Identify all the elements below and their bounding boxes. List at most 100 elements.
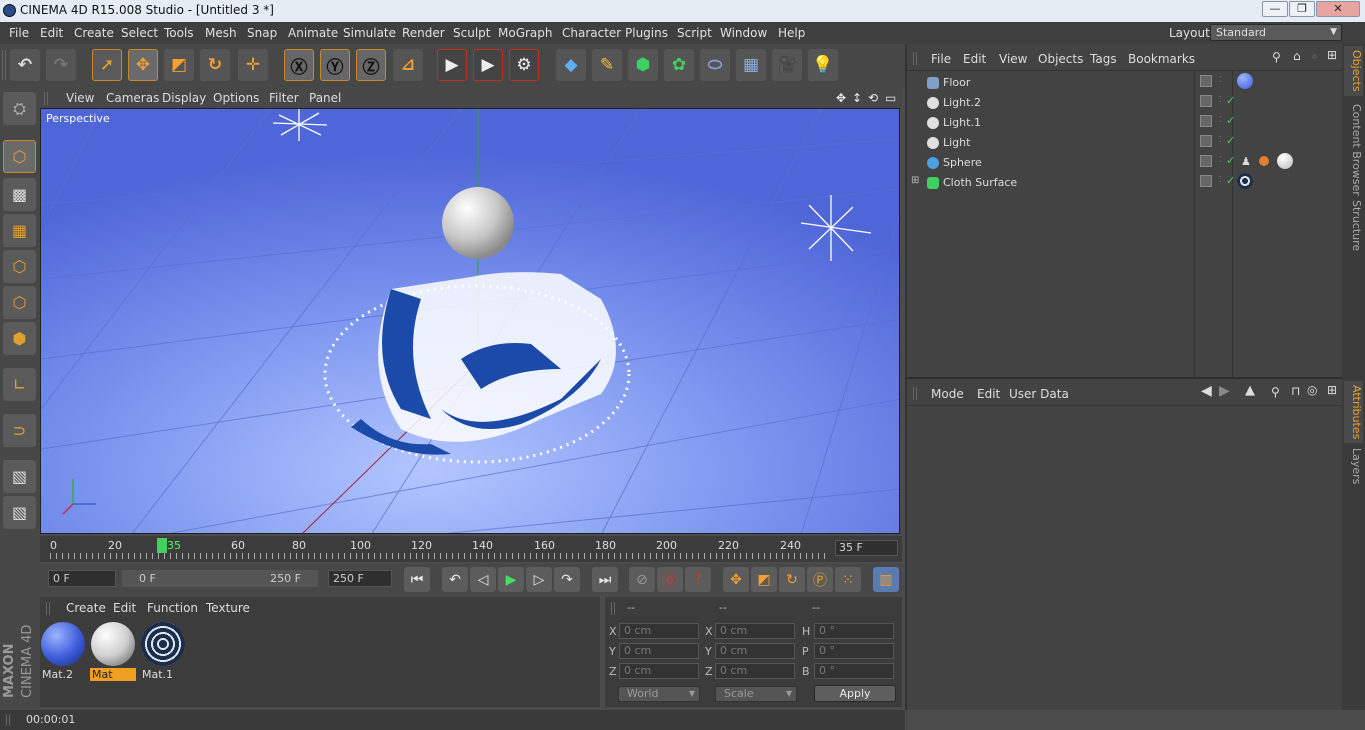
add-floor-button[interactable]: ▦ — [736, 49, 766, 81]
add-cube-button[interactable]: ◆ — [556, 49, 586, 81]
object-row-sphere[interactable]: Sphere ⁚ ✓ ♟ — [911, 153, 1336, 173]
menu-animate[interactable]: Animate — [288, 26, 338, 40]
object-row-cloth-surface[interactable]: ⊞ Cloth Surface ⁚ ✓ — [911, 173, 1336, 193]
move-tool-button[interactable]: ✥ — [128, 49, 158, 81]
menu-window[interactable]: Window — [720, 26, 767, 40]
lock-icon[interactable]: ⊓ — [1291, 384, 1300, 398]
pos-x-field[interactable]: 0 cm — [619, 623, 699, 639]
material-swatch-mat2[interactable]: Mat.2 — [40, 620, 86, 681]
menu-snap[interactable]: Snap — [247, 26, 277, 40]
material-swatch-mat1[interactable]: Mat.1 — [140, 620, 186, 681]
viewport-menu-options[interactable]: Options — [213, 91, 259, 105]
enabled-check-icon[interactable]: ✓ — [1226, 94, 1235, 107]
new-panel-icon[interactable]: ⊞ — [1327, 383, 1337, 397]
x-axis-lock-button[interactable]: Ⓧ — [284, 49, 314, 81]
add-camera-button[interactable]: 🎥 — [772, 49, 802, 81]
enabled-check-icon[interactable]: ✓ — [1226, 174, 1235, 187]
menu-character[interactable]: Character — [562, 26, 621, 40]
menu-tools[interactable]: Tools — [164, 26, 194, 40]
render-settings-button[interactable]: ⚙ — [509, 49, 539, 81]
menu-mesh[interactable]: Mesh — [205, 26, 237, 40]
add-light-button[interactable]: 💡 — [808, 49, 838, 81]
viewport-menu-view[interactable]: View — [66, 91, 94, 105]
material-menu-function[interactable]: Function — [147, 601, 198, 615]
back-icon[interactable]: ◦ — [1311, 50, 1318, 64]
workplane-mode-button[interactable]: ▦ — [3, 214, 36, 247]
object-menu-edit[interactable]: Edit — [963, 52, 986, 66]
size-y-field[interactable]: 0 cm — [715, 643, 795, 659]
coordinate-system-button[interactable]: ⊿ — [393, 49, 423, 81]
forward-arrow-icon[interactable]: ▶ — [1219, 383, 1230, 399]
rot-b-field[interactable]: 0 ° — [814, 663, 894, 679]
key-position-button[interactable]: ✥ — [723, 567, 749, 592]
play-forward-button[interactable]: ▶ — [498, 567, 524, 592]
tab-content-browser[interactable]: Content Browser — [1344, 100, 1363, 200]
axis-mode-button[interactable]: ∟ — [3, 368, 36, 401]
viewport-menu-cameras[interactable]: Cameras — [106, 91, 159, 105]
object-menu-view[interactable]: View — [999, 52, 1027, 66]
expand-icon[interactable]: ⊞ — [911, 175, 919, 186]
layer-icon[interactable] — [1200, 115, 1212, 127]
add-deformer-button[interactable]: ⬭ — [700, 49, 730, 81]
rot-h-field[interactable]: 0 ° — [814, 623, 894, 639]
preview-range-slider[interactable]: 0 F 250 F — [122, 570, 318, 587]
attribute-menu-mode[interactable]: Mode — [931, 387, 964, 401]
object-row-light[interactable]: Light ⁚ ✓ — [911, 133, 1336, 153]
y-axis-lock-button[interactable]: Ⓨ — [320, 49, 350, 81]
add-array-button[interactable]: ✿ — [664, 49, 694, 81]
next-keyframe-button[interactable]: ↷ — [554, 567, 580, 592]
rotate-view-icon[interactable]: ⟲ — [868, 91, 878, 105]
tab-layers[interactable]: Layers — [1344, 444, 1363, 488]
maximize-view-icon[interactable]: ▭ — [885, 91, 896, 105]
timeline-window-button[interactable]: ▥ — [873, 567, 899, 592]
apply-button[interactable]: Apply — [814, 685, 896, 702]
visibility-dots-icon[interactable]: ⁚ — [1219, 175, 1222, 184]
material-swatch-mat[interactable]: Mat — [90, 620, 136, 681]
autokey-button[interactable]: ⓪ — [657, 567, 683, 592]
timeline-ruler[interactable]: 0 20 35 60 80 100 120 140 160 180 200 22… — [40, 536, 902, 562]
layer-icon[interactable] — [1200, 155, 1212, 167]
size-z-field[interactable]: 0 cm — [715, 663, 795, 679]
pos-z-field[interactable]: 0 cm — [619, 663, 699, 679]
menu-plugins[interactable]: Plugins — [625, 26, 668, 40]
menu-simulate[interactable]: Simulate — [343, 26, 396, 40]
render-view-button[interactable]: ▶ — [437, 49, 467, 81]
edges-mode-button[interactable]: ⬡ — [3, 286, 36, 319]
object-row-floor[interactable]: Floor ⁚ — [911, 73, 1336, 93]
menu-file[interactable]: File — [9, 26, 29, 40]
next-frame-button[interactable]: ▷ — [526, 567, 552, 592]
viewport-menu-display[interactable]: Display — [162, 91, 206, 105]
attribute-menu-edit[interactable]: Edit — [977, 387, 1000, 401]
texture-mode-button[interactable]: ▩ — [3, 178, 36, 211]
menu-edit[interactable]: Edit — [40, 26, 63, 40]
key-rotation-button[interactable]: ↻ — [779, 567, 805, 592]
new-panel-icon[interactable]: ⊞ — [1327, 48, 1337, 62]
viewport-menu-panel[interactable]: Panel — [309, 91, 341, 105]
enabled-check-icon[interactable]: ✓ — [1226, 154, 1235, 167]
menu-script[interactable]: Script — [677, 26, 712, 40]
search-icon[interactable]: ⚲ — [1272, 50, 1281, 64]
key-pla-button[interactable]: ⁙ — [835, 567, 861, 592]
z-axis-lock-button[interactable]: Ⓩ — [356, 49, 386, 81]
previous-keyframe-button[interactable]: ↶ — [442, 567, 468, 592]
target-icon[interactable]: ◎ — [1307, 383, 1317, 397]
recent-tools-button[interactable]: ✛ — [238, 49, 268, 81]
phong-tag-icon[interactable] — [1259, 156, 1269, 166]
menu-sculpt[interactable]: Sculpt — [453, 26, 490, 40]
tab-structure[interactable]: Structure — [1344, 196, 1363, 255]
record-keys-button[interactable]: ⊘ — [629, 567, 655, 592]
object-menu-bookmarks[interactable]: Bookmarks — [1128, 52, 1195, 66]
key-scale-button[interactable]: ◩ — [751, 567, 777, 592]
layer-icon[interactable] — [1200, 75, 1212, 87]
visibility-dots-icon[interactable]: ⁚ — [1219, 75, 1222, 84]
material-tag-icon[interactable] — [1277, 153, 1293, 169]
collider-tag-icon[interactable]: ♟ — [1241, 155, 1251, 168]
start-frame-field[interactable]: 0 F — [48, 570, 116, 587]
menu-create[interactable]: Create — [74, 26, 114, 40]
menu-select[interactable]: Select — [121, 26, 158, 40]
undo-button[interactable]: ↶ — [10, 49, 40, 81]
material-menu-create[interactable]: Create — [66, 601, 106, 615]
previous-frame-button[interactable]: ◁ — [470, 567, 496, 592]
scale-dropdown[interactable]: Scale ▼ — [715, 686, 797, 702]
pos-y-field[interactable]: 0 cm — [619, 643, 699, 659]
